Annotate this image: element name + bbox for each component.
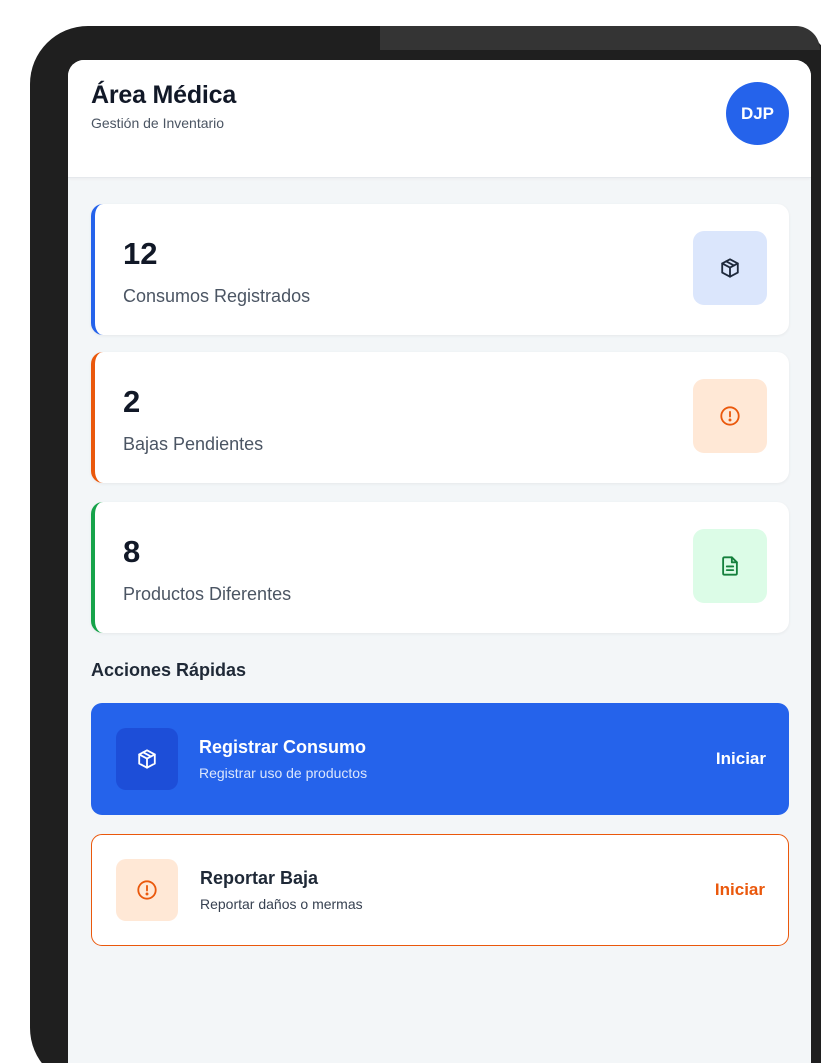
stat-card-bajas[interactable]: 2 Bajas Pendientes xyxy=(91,352,789,483)
action-icon-box xyxy=(116,859,178,921)
stat-icon-box xyxy=(693,529,767,603)
stat-label: Productos Diferentes xyxy=(123,584,292,604)
section-title: Acciones Rápidas xyxy=(91,660,247,680)
registrar-consumo-button[interactable]: Registrar Consumo Registrar uso de produ… xyxy=(91,703,789,815)
stat-value: 12 xyxy=(123,236,158,271)
action-title: Registrar Consumo xyxy=(199,737,367,757)
alert-circle-icon xyxy=(720,406,740,426)
alert-circle-icon xyxy=(137,880,157,900)
stat-icon-box xyxy=(693,231,767,305)
page-title: Área Médica xyxy=(91,81,237,109)
action-description: Reportar daños o mermas xyxy=(200,896,363,912)
document-icon xyxy=(722,556,738,576)
stat-card-consumos[interactable]: 12 Consumos Registrados xyxy=(91,204,789,335)
stat-value: 2 xyxy=(123,384,141,419)
reportar-baja-button[interactable]: Reportar Baja Reportar daños o mermas In… xyxy=(91,834,789,946)
action-description: Registrar uso de productos xyxy=(199,765,368,781)
app-header: Área Médica Gestión de Inventario DJP xyxy=(68,60,811,178)
tablet-frame-highlight xyxy=(380,26,820,50)
page-subtitle: Gestión de Inventario xyxy=(91,115,225,131)
stat-value: 8 xyxy=(123,534,141,569)
iniciar-link[interactable]: Iniciar xyxy=(716,749,766,769)
app-screen: Área Médica Gestión de Inventario DJP 12… xyxy=(68,60,811,1063)
stat-label: Consumos Registrados xyxy=(123,286,311,306)
action-icon-box xyxy=(116,728,178,790)
stat-icon-box xyxy=(693,379,767,453)
action-title: Reportar Baja xyxy=(200,868,319,888)
stat-label: Bajas Pendientes xyxy=(123,434,264,454)
user-avatar-button[interactable]: DJP xyxy=(726,82,789,145)
package-icon xyxy=(721,258,739,278)
iniciar-link[interactable]: Iniciar xyxy=(715,880,765,900)
package-icon xyxy=(138,749,156,769)
stat-card-productos[interactable]: 8 Productos Diferentes xyxy=(91,502,789,633)
